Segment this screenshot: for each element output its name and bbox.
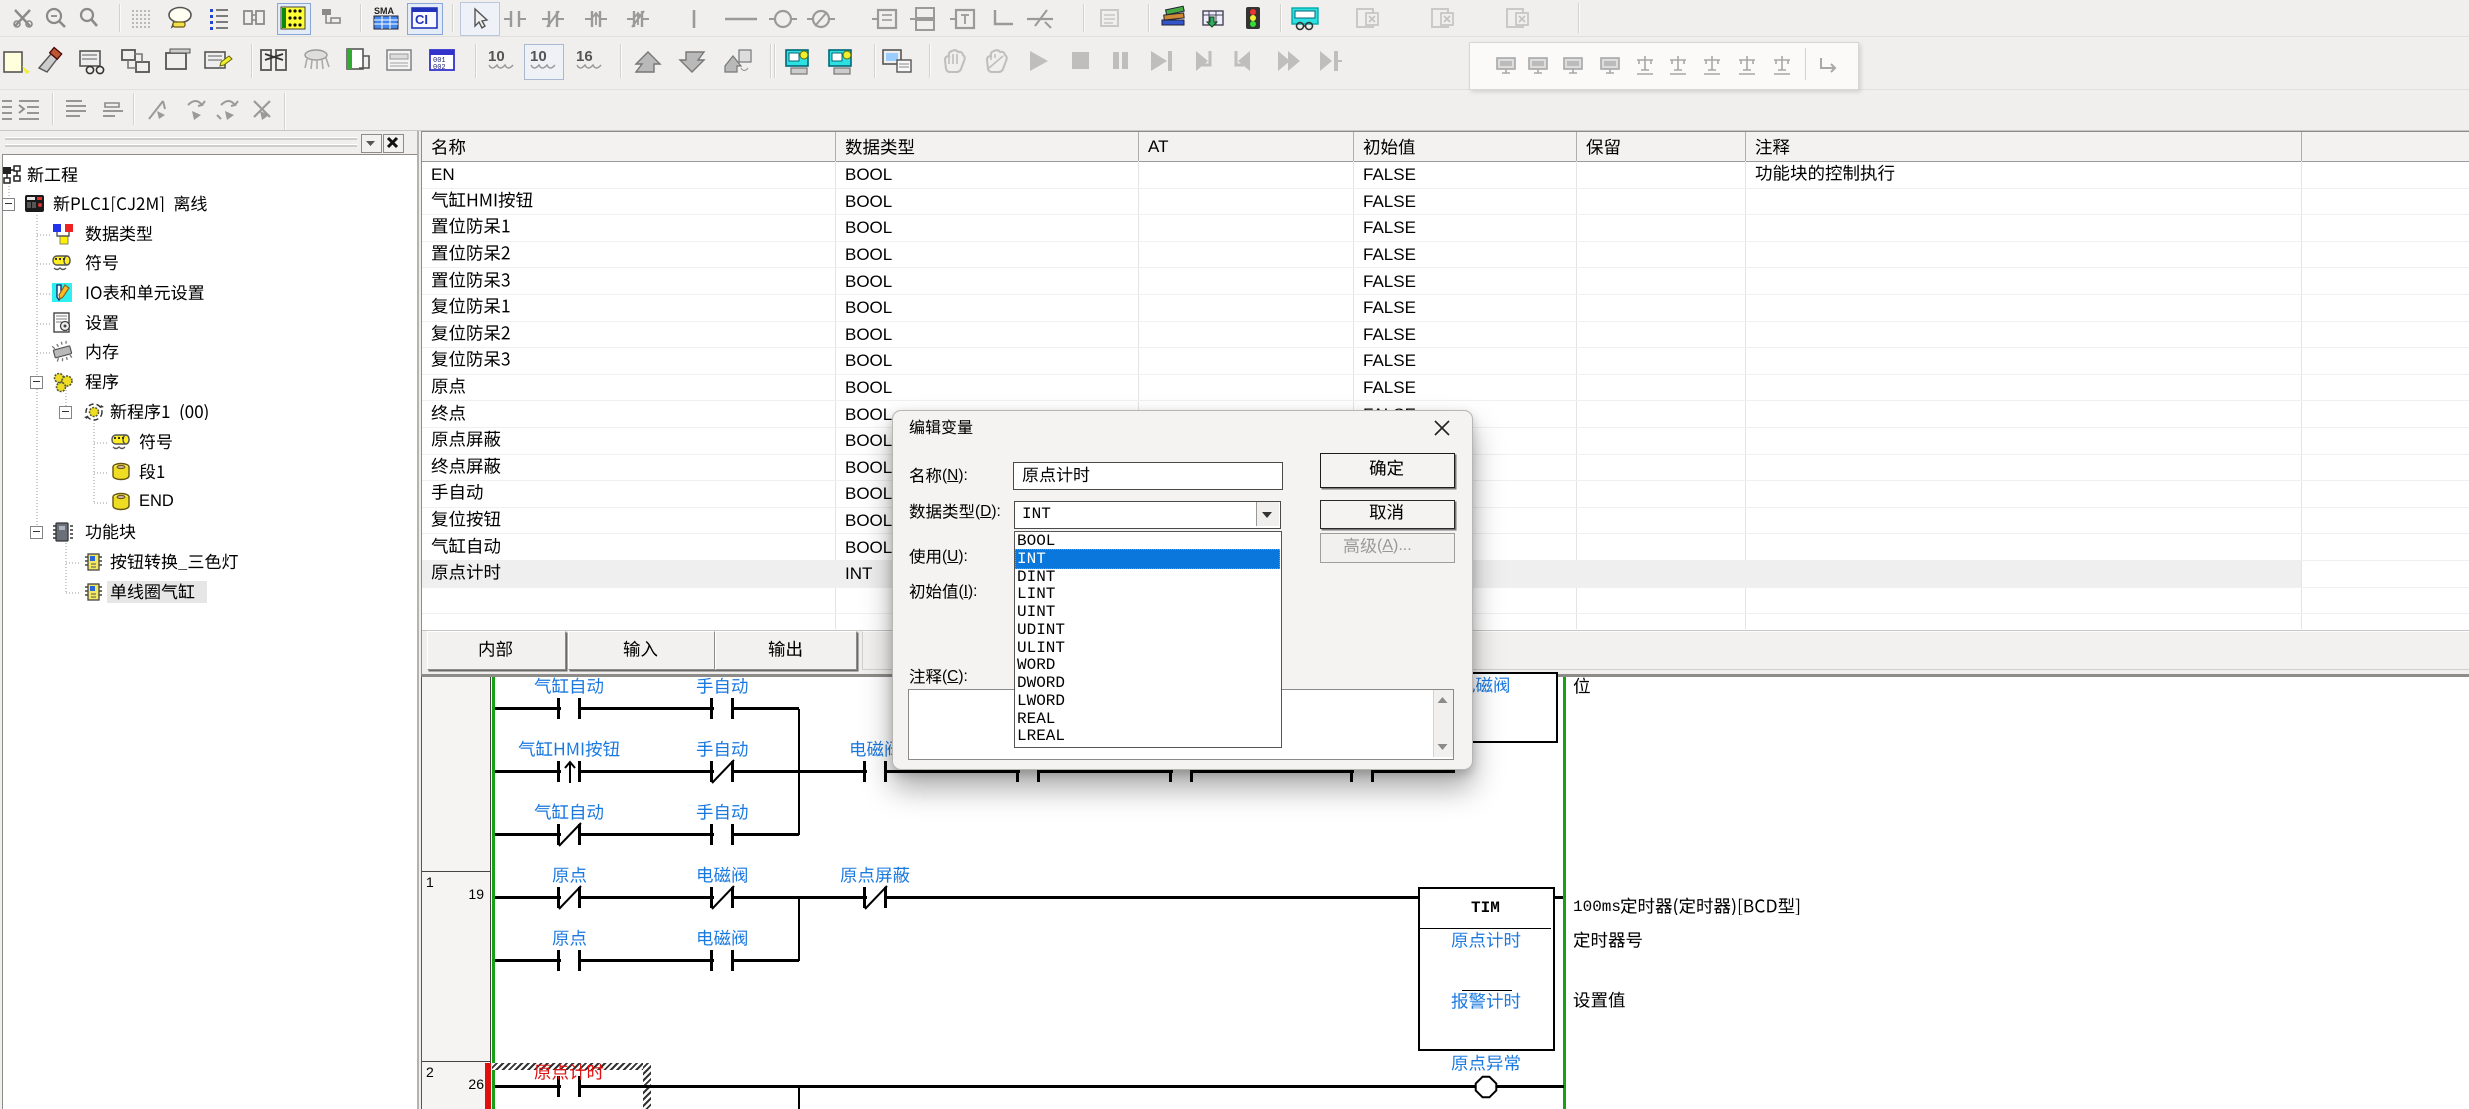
svg-text:16: 16 <box>576 48 593 65</box>
svg-text:CI: CI <box>415 12 428 27</box>
svg-text:10: 10 <box>530 48 547 65</box>
svg-text:SMA: SMA <box>374 6 395 16</box>
svg-text:10: 10 <box>488 48 505 65</box>
svg-text:002: 002 <box>433 64 446 72</box>
